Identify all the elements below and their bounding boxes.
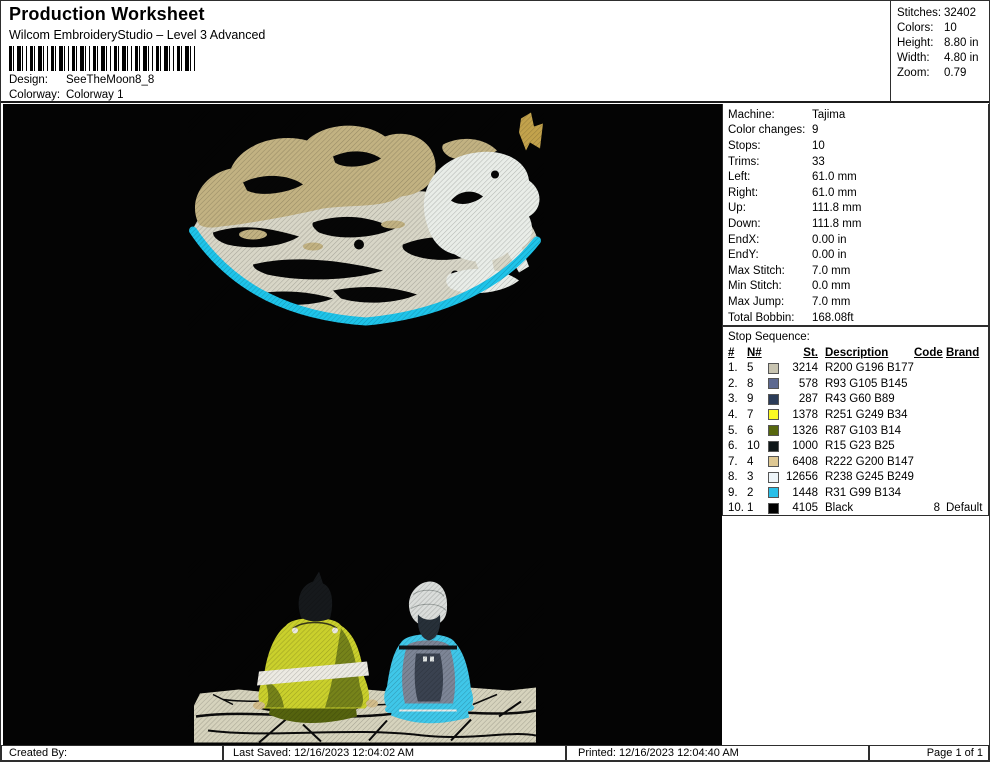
thread-color-swatch xyxy=(768,502,779,514)
stat-colors: Colors: 10 xyxy=(897,21,957,34)
embroidery-design-svg xyxy=(188,110,544,744)
footer-printed: Printed: 12/16/2023 12:04:40 AM xyxy=(566,745,869,761)
info-max-stitch: Max Stitch: 7.0 mm xyxy=(728,264,851,277)
design-label: Design: xyxy=(9,74,48,86)
stop-row: 10. 1 4105 Black 8 Default xyxy=(728,502,983,515)
stop-sequence-panel: Stop Sequence: # N# St. Description Code… xyxy=(722,326,989,516)
stop-row: 9. 2 1448 R31 G99 B134 xyxy=(728,486,902,499)
footer-created-by: Created By: xyxy=(1,745,223,761)
barcode xyxy=(9,46,195,71)
thread-color-swatch xyxy=(768,378,779,390)
info-min-stitch: Min Stitch: 0.0 mm xyxy=(728,280,851,293)
info-left: Left: 61.0 mm xyxy=(728,171,857,184)
stop-row: 3. 9 287 R43 G60 B89 xyxy=(728,393,895,406)
stop-row: 8. 3 12656 R238 G245 B249 xyxy=(728,471,914,484)
design-row: Design: SeeTheMoon8_8 xyxy=(9,74,154,86)
thread-color-swatch xyxy=(768,425,779,436)
info-stops: Stops: 10 xyxy=(728,139,825,152)
info-max-jump: Max Jump: 7.0 mm xyxy=(728,295,851,308)
stat-width: Width: 4.80 in xyxy=(897,51,979,64)
info-endx: EndX: 0.00 in xyxy=(728,233,847,246)
thread-color-swatch xyxy=(768,393,779,405)
colorway-row: Colorway: Colorway 1 xyxy=(9,89,124,101)
info-right: Right: 61.0 mm xyxy=(728,186,857,199)
thread-color-swatch xyxy=(768,456,779,468)
design-preview-area xyxy=(3,104,722,746)
stop-sequence-header: # N# St. Description Code Brand xyxy=(728,346,980,359)
figure-right xyxy=(188,559,544,743)
info-endy: EndY: 0.00 in xyxy=(728,249,847,262)
stop-row: 4. 7 1378 R251 G249 B34 xyxy=(728,408,908,421)
stat-stitches: Stitches: 32402 xyxy=(897,6,976,19)
info-trims: Trims: 33 xyxy=(728,155,825,168)
stat-zoom: Zoom: 0.79 xyxy=(897,66,967,79)
thread-color-swatch xyxy=(768,487,779,499)
production-worksheet-page: Production Worksheet Wilcom EmbroiderySt… xyxy=(0,0,990,762)
info-color-changes: Color changes: 9 xyxy=(728,124,819,137)
stats-panel: Stitches: 32402 Colors: 10 Height: 8.80 … xyxy=(891,1,989,103)
moon-artwork xyxy=(188,110,544,331)
thread-color-swatch xyxy=(768,409,779,421)
stop-row: 6. 10 1000 R15 G23 B25 xyxy=(728,440,895,453)
colorway-label: Colorway: xyxy=(9,89,61,101)
machine-info-panel: Machine: Tajima Color changes: 9 Stops: 10 … xyxy=(722,104,989,326)
design-value: SeeTheMoon8_8 xyxy=(66,74,155,86)
footer-page-number: Page 1 of 1 xyxy=(869,745,989,761)
thread-color-swatch xyxy=(768,471,779,483)
colorway-value: Colorway 1 xyxy=(66,89,124,101)
page-title: Production Worksheet xyxy=(9,4,205,24)
header-info-panel: Production Worksheet Wilcom EmbroiderySt… xyxy=(1,1,891,103)
stop-row: 1. 5 3214 R200 G196 B177 xyxy=(728,362,914,375)
stop-sequence-title: Stop Sequence: xyxy=(728,331,810,343)
app-subtitle: Wilcom EmbroideryStudio – Level 3 Advanc… xyxy=(9,28,266,42)
thread-color-swatch xyxy=(768,440,779,452)
info-machine: Machine: Tajima xyxy=(728,108,846,121)
info-total-bobbin: Total Bobbin: 168.08ft xyxy=(728,311,854,324)
stop-row: 7. 4 6408 R222 G200 B147 xyxy=(728,455,914,468)
info-up: Up: 111.8 mm xyxy=(728,202,862,215)
thread-color-swatch xyxy=(768,362,779,374)
info-down: Down: 111.8 mm xyxy=(728,217,862,230)
bottom-stitch-texture xyxy=(188,559,544,743)
footer-last-saved: Last Saved: 12/16/2023 12:04:02 AM xyxy=(223,745,566,761)
stat-height: Height: 8.80 in xyxy=(897,36,979,49)
stop-row: 5. 6 1326 R87 G103 B14 xyxy=(728,424,902,437)
stop-row: 2. 8 578 R93 G105 B145 xyxy=(728,377,908,390)
moon-stitch-texture xyxy=(188,110,544,331)
